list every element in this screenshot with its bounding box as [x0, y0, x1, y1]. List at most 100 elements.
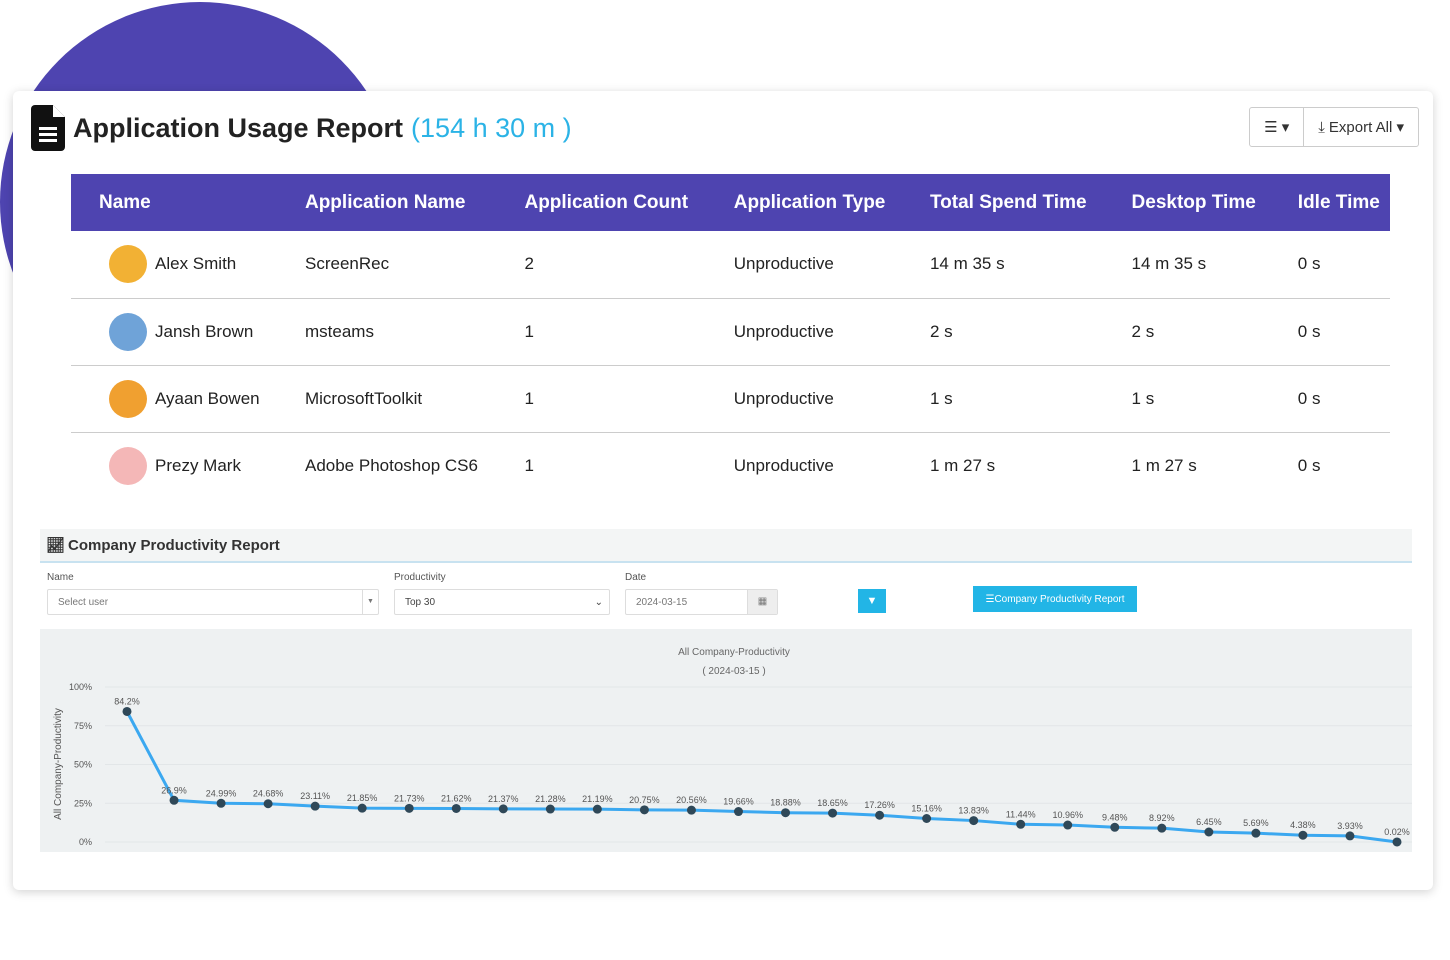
- data-point[interactable]: [828, 808, 838, 818]
- cell-count: 1: [496, 298, 706, 366]
- productivity-select[interactable]: Top 30 ⌄: [394, 589, 610, 615]
- data-label: 23.11%: [300, 791, 330, 801]
- data-point[interactable]: [781, 808, 791, 818]
- cell-type: Unproductive: [705, 365, 902, 433]
- table-row: Alex Smith ScreenRec 2 Unproductive 14 m 35 …: [71, 231, 1390, 299]
- data-point[interactable]: [310, 801, 320, 811]
- data-label: 24.99%: [206, 788, 237, 798]
- data-point[interactable]: [639, 805, 649, 815]
- data-label: 17.26%: [864, 800, 895, 810]
- data-point[interactable]: [169, 795, 179, 805]
- data-point[interactable]: [1345, 831, 1355, 841]
- cell-desktop: 2 s: [1103, 298, 1270, 366]
- data-label: 26.9%: [161, 785, 187, 795]
- data-label: 21.85%: [347, 793, 378, 803]
- column-header[interactable]: Idle Time: [1269, 174, 1390, 231]
- data-point[interactable]: [1110, 822, 1120, 832]
- column-header[interactable]: Desktop Time: [1103, 174, 1270, 231]
- cell-count: 2: [496, 231, 706, 299]
- data-point[interactable]: [498, 804, 508, 814]
- data-point[interactable]: [263, 799, 273, 809]
- data-point[interactable]: [404, 803, 414, 813]
- column-header[interactable]: Application Count: [496, 174, 706, 231]
- cell-total: 1 m 27 s: [929, 455, 996, 475]
- data-point[interactable]: [922, 814, 932, 824]
- filter-button[interactable]: ▼: [858, 589, 886, 613]
- table-row: Jansh Brown msteams 1 Unproductive 2 s2 s0 s: [71, 298, 1390, 366]
- column-header[interactable]: Name: [71, 174, 277, 231]
- company-report-button[interactable]: ☰ Company Productivity Report: [973, 586, 1137, 612]
- date-input[interactable]: 2024-03-15 ▦: [625, 589, 778, 615]
- column-header[interactable]: Application Type: [705, 174, 902, 231]
- date-label: Date: [625, 572, 647, 583]
- y-axis-label: All Company-Productivity: [53, 708, 64, 820]
- user-name: Ayaan Bowen: [155, 388, 260, 408]
- document-icon: [31, 105, 65, 151]
- data-label: 18.65%: [817, 798, 848, 808]
- title-text: Application Usage Report: [73, 112, 404, 143]
- section-title: Company Productivity Report: [68, 536, 280, 554]
- data-point[interactable]: [1204, 827, 1214, 837]
- column-header[interactable]: Application Name: [276, 174, 497, 231]
- cell-app: MicrosoftToolkit: [276, 365, 497, 433]
- data-point[interactable]: [1016, 819, 1026, 829]
- data-point[interactable]: [875, 810, 885, 820]
- cell-app: Adobe Photoshop CS6: [304, 455, 478, 475]
- data-point[interactable]: [969, 816, 979, 826]
- data-point[interactable]: [216, 798, 226, 808]
- total-hours: (154 h 30 m ): [411, 112, 572, 143]
- column-header[interactable]: Total Spend Time: [901, 174, 1104, 231]
- data-label: 0.02%: [1384, 827, 1410, 837]
- data-point[interactable]: [122, 706, 132, 716]
- calendar-icon[interactable]: ▦: [747, 590, 777, 614]
- table-row: Ayaan Bowen MicrosoftToolkit 1 Unproductive…: [71, 365, 1390, 433]
- data-label: 18.88%: [770, 798, 801, 808]
- data-point[interactable]: [1298, 830, 1308, 840]
- data-label: 21.28%: [535, 794, 566, 804]
- cell-desktop: 1 s: [1103, 365, 1270, 433]
- data-label: 8.92%: [1149, 813, 1175, 823]
- cell-type: Unproductive: [705, 298, 902, 366]
- chart-subtitle: ( 2024-03-15 ): [702, 666, 765, 677]
- data-point[interactable]: [1157, 823, 1167, 833]
- data-point[interactable]: [686, 805, 696, 815]
- user-name: Jansh Brown: [155, 321, 254, 341]
- data-point[interactable]: [1063, 820, 1073, 830]
- data-label: 20.56%: [676, 795, 707, 805]
- data-point[interactable]: [1392, 837, 1402, 847]
- cell-total: 14 m 35 s: [901, 231, 1104, 299]
- cell-type: Unproductive: [733, 455, 834, 475]
- data-label: 15.16%: [911, 804, 942, 814]
- data-label: 13.83%: [958, 806, 989, 816]
- data-point[interactable]: [592, 804, 602, 814]
- data-point[interactable]: [733, 807, 743, 817]
- productivity-label: Productivity: [394, 572, 446, 583]
- avatar: [109, 245, 147, 284]
- export-all-button[interactable]: ⤓ Export All ▾: [1303, 108, 1418, 146]
- cell-app: msteams: [276, 298, 497, 366]
- data-label: 21.62%: [441, 793, 472, 803]
- data-point[interactable]: [451, 803, 461, 813]
- data-label: 10.96%: [1052, 810, 1083, 820]
- user-name: Prezy Mark: [155, 455, 241, 475]
- cell-desktop: 14 m 35 s: [1103, 231, 1270, 299]
- data-label: 21.19%: [582, 794, 613, 804]
- chart-title: All Company-Productivity: [678, 647, 790, 658]
- data-label: 24.68%: [253, 789, 284, 799]
- cell-count: 1: [496, 365, 706, 433]
- data-label: 19.66%: [723, 797, 754, 807]
- avatar: [109, 446, 147, 485]
- data-point[interactable]: [1251, 828, 1261, 838]
- columns-menu-button[interactable]: ☰ ▾: [1250, 108, 1303, 146]
- data-label: 9.48%: [1102, 812, 1128, 822]
- cell-idle: 0 s: [1297, 455, 1321, 475]
- user-select[interactable]: Select user ▼: [47, 589, 379, 615]
- productivity-section: 📈︎ Company Productivity Report Name Selec…: [40, 529, 1412, 852]
- avatar: [109, 312, 147, 351]
- cell-count: 1: [524, 455, 534, 475]
- data-point[interactable]: [545, 804, 555, 814]
- cell-total: 2 s: [901, 298, 1104, 366]
- list-icon: ☰: [985, 593, 995, 605]
- chart-svg: All Company-Productivity ( 2024-03-15 ) Al…: [53, 647, 1412, 847]
- data-point[interactable]: [357, 803, 367, 813]
